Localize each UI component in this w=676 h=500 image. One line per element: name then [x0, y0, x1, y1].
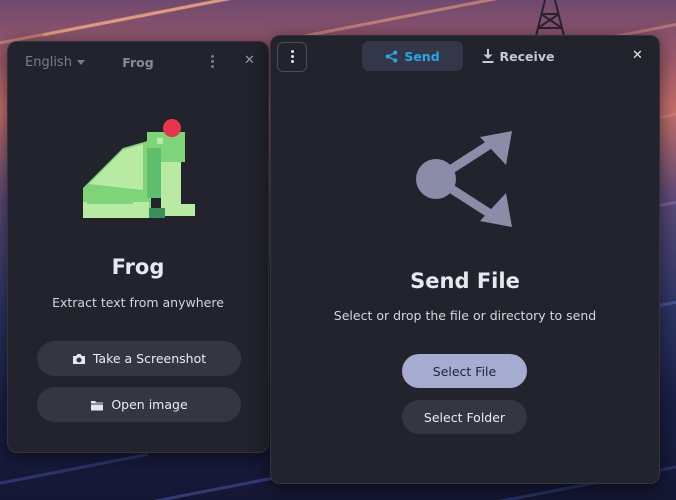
download-icon: [482, 49, 494, 63]
close-icon[interactable]: ✕: [632, 48, 643, 63]
kebab-menu-icon: [290, 50, 294, 65]
share-large-icon: [416, 131, 512, 227]
frog-window: English Frog ✕ Frog Extract text from an…: [7, 41, 269, 453]
select-folder-button[interactable]: Select Folder: [402, 400, 527, 434]
take-screenshot-button[interactable]: Take a Screenshot: [37, 341, 241, 376]
app-name: Frog: [111, 255, 165, 279]
folder-icon: [91, 400, 104, 410]
wallpaper-streak: [42, 0, 338, 37]
tab-send[interactable]: Send: [362, 41, 463, 71]
select-file-button[interactable]: Select File: [402, 354, 527, 388]
take-screenshot-label: Take a Screenshot: [92, 351, 207, 366]
close-icon[interactable]: ✕: [244, 53, 255, 68]
wallpaper-streak: [0, 452, 149, 491]
kebab-menu-icon[interactable]: [210, 55, 214, 70]
select-folder-label: Select Folder: [423, 409, 506, 425]
tab-send-label: Send: [404, 48, 440, 64]
window-title: Frog: [122, 55, 154, 70]
frog-headerbar: English Frog ✕: [8, 42, 268, 82]
share-icon: [385, 49, 398, 63]
wallpaper-streak: [301, 0, 539, 38]
open-image-button[interactable]: Open image: [37, 387, 241, 422]
select-file-label: Select File: [432, 363, 497, 379]
tab-receive[interactable]: Receive: [481, 41, 555, 71]
tab-receive-label: Receive: [499, 48, 555, 64]
open-image-label: Open image: [111, 397, 188, 412]
frog-logo: [83, 119, 195, 218]
main-menu-button[interactable]: [277, 42, 307, 72]
power-tower-silhouette: [534, 0, 566, 40]
page-title: Send File: [410, 269, 520, 293]
warp-window: Send Receive ✕ Send File Select or drop …: [270, 35, 660, 484]
app-tagline: Extract text from anywhere: [52, 295, 224, 310]
camera-icon: [72, 353, 85, 364]
page-description: Select or drop the file or directory to …: [333, 308, 597, 323]
